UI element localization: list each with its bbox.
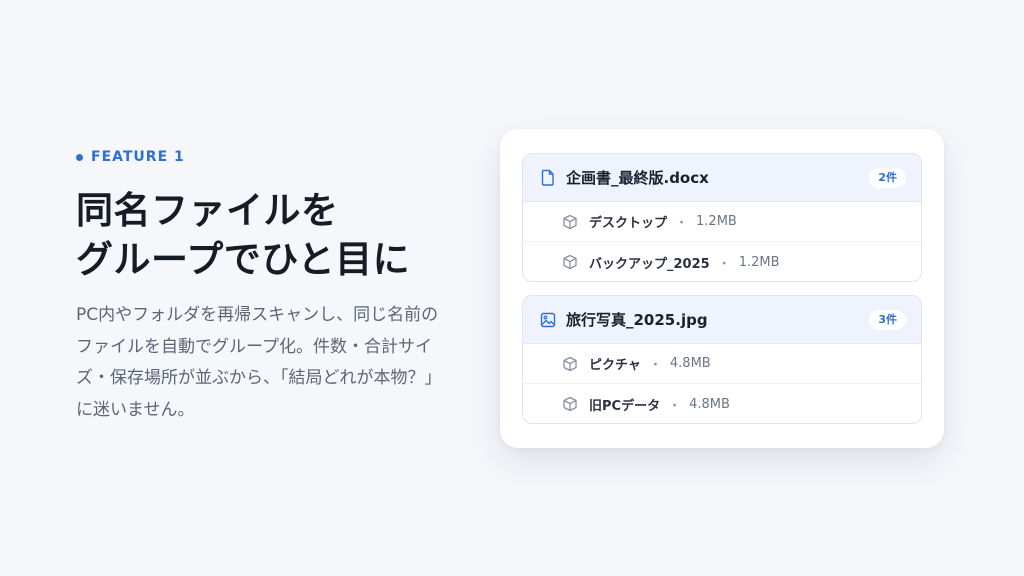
location-row[interactable]: ピクチャ ・ 4.8MB — [523, 344, 921, 384]
count-badge: 3件 — [869, 309, 906, 330]
location-name: デスクトップ — [589, 216, 668, 231]
count-badge: 2件 — [869, 167, 906, 188]
location-row[interactable]: 旧PCデータ ・ 4.8MB — [523, 384, 921, 423]
location-name: バックアップ_2025 — [589, 256, 710, 272]
file-size: 4.8MB — [689, 396, 730, 412]
file-size: 4.8MB — [669, 356, 711, 371]
file-size: 1.2MB — [738, 254, 780, 270]
box-icon — [561, 355, 579, 373]
separator: ・ — [675, 216, 689, 231]
eyebrow-label: FEATURE 1 — [91, 149, 185, 165]
feature-eyebrow: FEATURE 1 — [76, 148, 456, 166]
feature-section: FEATURE 1 同名ファイルを グループでひと目に PC内やフォルダを再帰ス… — [76, 148, 456, 426]
box-icon — [561, 213, 579, 231]
location-row[interactable]: バックアップ_2025 ・ 1.2MB — [523, 242, 921, 281]
location-name: 旧PCデータ — [589, 398, 661, 414]
file-group: 旅行写真_2025.jpg 3件 ピクチャ ・ 4.8MB 旧PCデータ ・ 4… — [522, 295, 922, 424]
document-icon — [539, 169, 557, 187]
image-icon — [539, 311, 557, 329]
location-row[interactable]: デスクトップ ・ 1.2MB — [523, 202, 921, 242]
bullet-dot-icon — [76, 153, 83, 161]
group-file-name: 旅行写真_2025.jpg — [566, 311, 708, 329]
file-group-header[interactable]: 旅行写真_2025.jpg 3件 — [523, 296, 921, 344]
headline-line-1: 同名ファイルを — [76, 189, 339, 232]
file-size: 1.2MB — [696, 214, 737, 229]
group-file-name: 企画書_最終版.docx — [566, 169, 709, 187]
duplicate-groups-card: 企画書_最終版.docx 2件 デスクトップ ・ 1.2MB バックアップ_20… — [500, 129, 944, 448]
file-group: 企画書_最終版.docx 2件 デスクトップ ・ 1.2MB バックアップ_20… — [522, 153, 922, 282]
feature-headline: 同名ファイルを グループでひと目に — [76, 186, 456, 284]
separator: ・ — [668, 398, 682, 414]
separator: ・ — [648, 358, 662, 373]
separator: ・ — [717, 256, 731, 272]
file-group-header[interactable]: 企画書_最終版.docx 2件 — [523, 154, 921, 202]
location-name: ピクチャ — [589, 358, 641, 373]
box-icon — [561, 253, 579, 271]
box-icon — [561, 395, 579, 413]
feature-description: PC内やフォルダを再帰スキャンし、同じ名前のファイルを自動でグループ化。件数・合… — [76, 305, 442, 420]
headline-line-2: グループでひと目に — [76, 238, 411, 281]
